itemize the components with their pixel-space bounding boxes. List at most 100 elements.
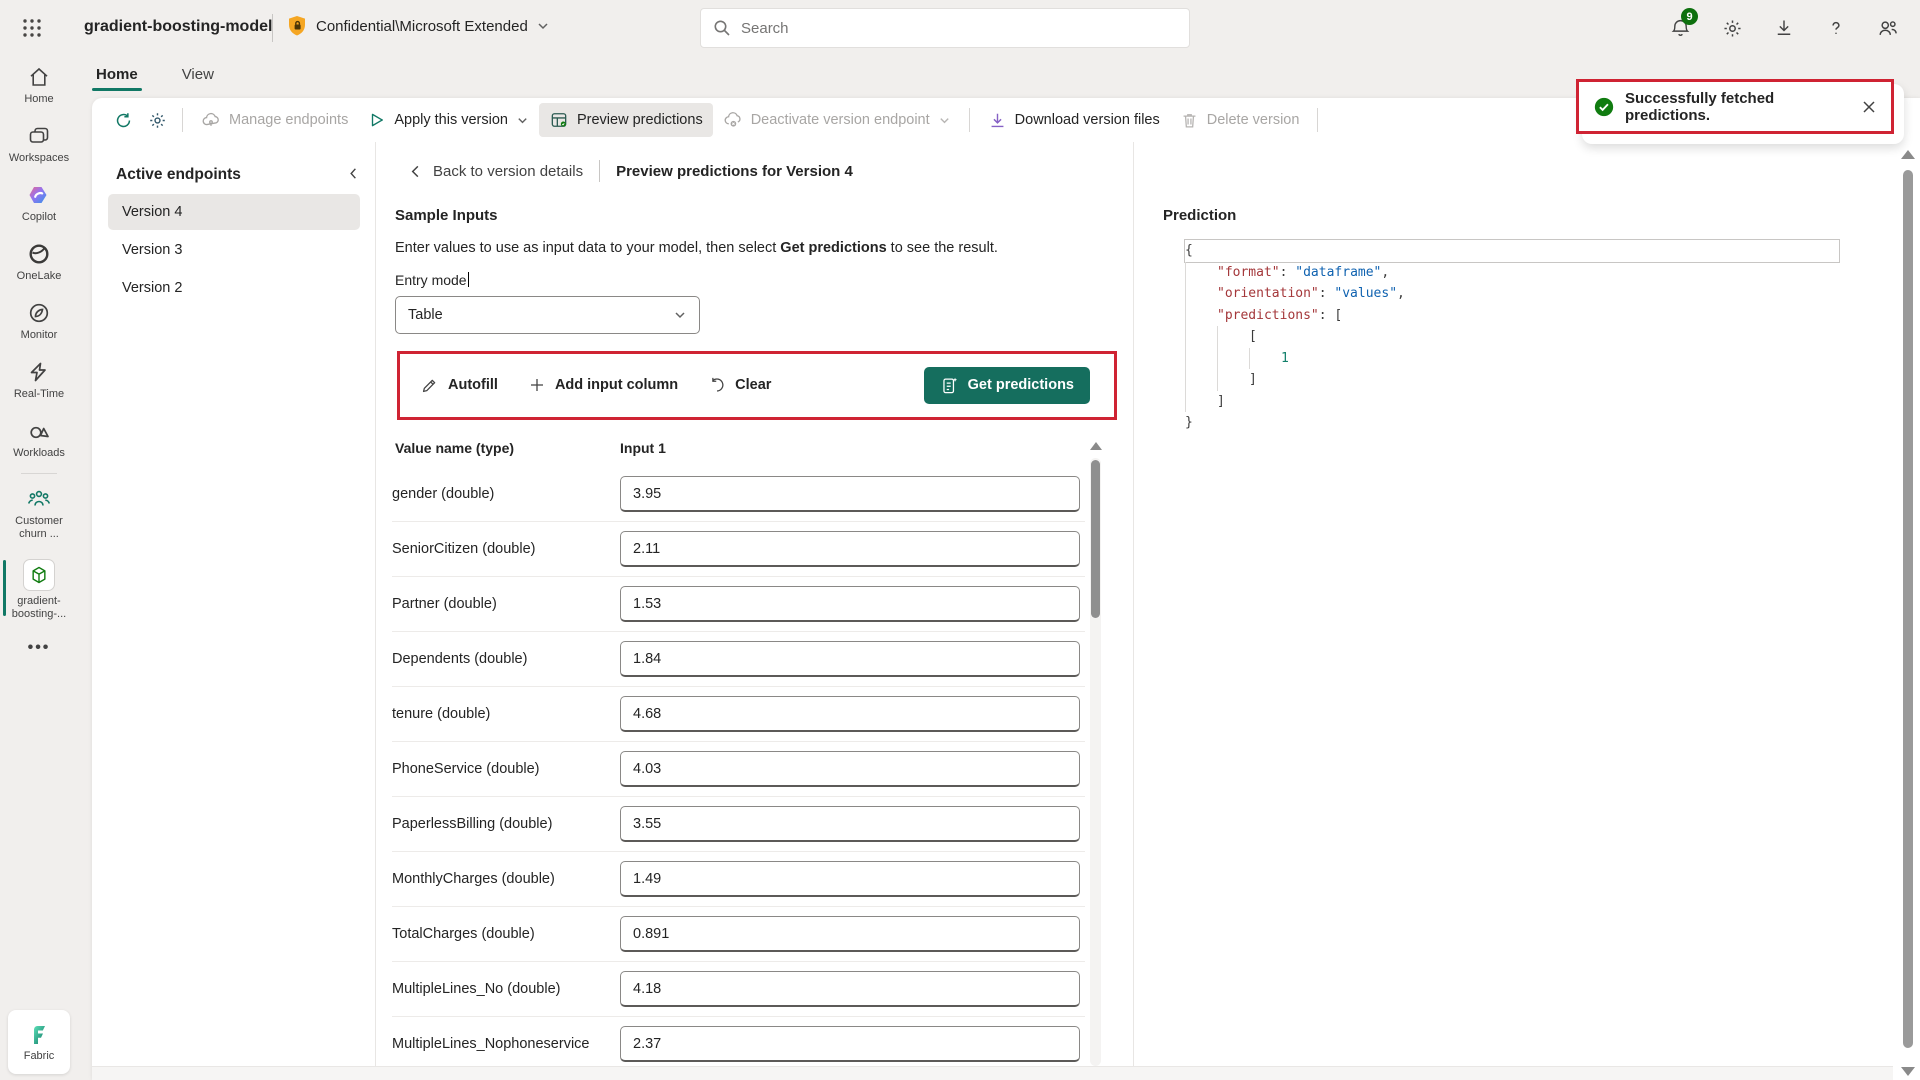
- entry-mode-dropdown[interactable]: Table: [395, 296, 700, 334]
- indent-guide: [1185, 283, 1217, 305]
- table-scrollbar: [1089, 440, 1102, 1066]
- apply-this-version-button[interactable]: Apply this version: [358, 104, 539, 136]
- nav-item-onelake[interactable]: OneLake: [0, 233, 78, 292]
- scrollbar-thumb[interactable]: [1091, 460, 1100, 618]
- toolbar-divider: [182, 108, 183, 132]
- tab-home[interactable]: Home: [92, 58, 142, 93]
- sample-inputs-description: Enter values to use as input data to you…: [395, 240, 998, 256]
- download-version-files-button[interactable]: Download version files: [978, 104, 1170, 137]
- back-to-version-details-link[interactable]: Back to version details: [408, 163, 583, 180]
- value-name-label: tenure (double): [392, 706, 620, 722]
- workloads-icon: [27, 419, 51, 443]
- nav-item-home[interactable]: Home: [0, 56, 78, 115]
- autofill-button[interactable]: Autofill: [408, 368, 510, 403]
- input-row: MultipleLines_No (double): [392, 962, 1085, 1017]
- nav-item-customer-churn[interactable]: Customer churn ...: [0, 478, 78, 550]
- nav-item-copilot[interactable]: Copilot: [0, 174, 78, 233]
- active-endpoints-title: Active endpoints: [116, 166, 241, 184]
- help-button[interactable]: [1810, 0, 1862, 56]
- indent-guide: [1185, 326, 1217, 348]
- nav-rail: Home Workspaces Copilot OneLake Monitor …: [0, 56, 78, 1080]
- code-line[interactable]: "orientation": "values",: [1185, 283, 1839, 305]
- code-line-selected[interactable]: {: [1184, 239, 1840, 263]
- code-line[interactable]: [: [1185, 326, 1839, 348]
- input-value-field[interactable]: [620, 476, 1080, 512]
- top-bar: gradient-boosting-model Confidential\Mic…: [0, 0, 1920, 56]
- waffle-menu-icon[interactable]: [22, 18, 42, 38]
- tab-view[interactable]: View: [178, 58, 218, 93]
- code-line[interactable]: "format": "dataframe",: [1185, 262, 1839, 284]
- window-scrollbar-thumb[interactable]: [1903, 170, 1913, 1048]
- code-line[interactable]: ]: [1185, 369, 1839, 391]
- value-name-label: PhoneService (double): [392, 761, 620, 777]
- input-value-field[interactable]: [620, 861, 1080, 897]
- endpoint-version-item[interactable]: Version 2: [108, 270, 360, 306]
- copilot-icon: [27, 183, 51, 207]
- code-line[interactable]: }: [1185, 412, 1839, 434]
- toolbar-divider: [969, 108, 970, 132]
- nav-item-monitor[interactable]: Monitor: [0, 292, 78, 351]
- indent-guide: [1185, 391, 1217, 413]
- deactivate-version-endpoint-button[interactable]: Deactivate version endpoint: [713, 103, 961, 137]
- endpoint-settings-button[interactable]: [140, 104, 174, 136]
- input-value-field[interactable]: [620, 751, 1080, 787]
- nav-item-workloads[interactable]: Workloads: [0, 410, 78, 469]
- settings-button[interactable]: [1706, 0, 1758, 56]
- endpoint-version-item[interactable]: Version 3: [108, 232, 360, 268]
- downloads-button[interactable]: [1758, 0, 1810, 56]
- input-value-field[interactable]: [620, 971, 1080, 1007]
- value-name-label: PaperlessBilling (double): [392, 816, 620, 832]
- code-line[interactable]: 1: [1185, 348, 1839, 370]
- scroll-down-icon[interactable]: [1901, 1067, 1915, 1076]
- preview-predictions-button[interactable]: Preview predictions: [539, 103, 713, 137]
- code-line[interactable]: "predictions": [: [1185, 305, 1839, 327]
- global-search[interactable]: [700, 8, 1190, 48]
- notifications-button[interactable]: 9: [1654, 0, 1706, 56]
- clear-button[interactable]: Clear: [696, 368, 783, 402]
- entry-mode-label: Entry mode: [395, 272, 469, 288]
- get-predictions-button[interactable]: Get predictions: [924, 367, 1090, 404]
- input-value-field[interactable]: [620, 641, 1080, 677]
- fabric-home-button[interactable]: Fabric: [8, 1010, 70, 1074]
- nav-item-gradient-boosting-model[interactable]: gradient-boosting-...: [0, 550, 78, 630]
- cloud-icon: [201, 110, 221, 130]
- sensitivity-label-button[interactable]: Confidential\Microsoft Extended: [286, 14, 550, 38]
- chevron-down-icon: [536, 19, 550, 33]
- fabric-logo: [27, 1023, 51, 1047]
- monitor-icon: [27, 301, 51, 325]
- toast-message: Successfully fetched predictions.: [1625, 90, 1847, 124]
- input-value-field[interactable]: [620, 916, 1080, 952]
- endpoint-version-item[interactable]: Version 4: [108, 194, 360, 230]
- indent-guide: [1185, 348, 1217, 370]
- account-button[interactable]: [1862, 0, 1914, 56]
- scroll-up-icon[interactable]: [1090, 442, 1102, 450]
- app-window: gradient-boosting-model Confidential\Mic…: [0, 0, 1920, 1080]
- manage-endpoints-button[interactable]: Manage endpoints: [191, 103, 358, 137]
- input-value-field[interactable]: [620, 696, 1080, 732]
- nav-item-workspaces[interactable]: Workspaces: [0, 115, 78, 174]
- download-icon: [988, 111, 1007, 130]
- refresh-button[interactable]: [106, 104, 140, 136]
- chevron-down-icon: [938, 114, 951, 127]
- input-value-field[interactable]: [620, 586, 1080, 622]
- delete-version-button[interactable]: Delete version: [1170, 104, 1310, 137]
- search-input[interactable]: [741, 20, 1177, 37]
- pen-icon: [420, 376, 439, 395]
- close-icon[interactable]: [1857, 95, 1881, 119]
- input-value-field[interactable]: [620, 1026, 1080, 1062]
- input-table-header: Value name (type) Input 1: [395, 440, 1085, 456]
- horizontal-scrollbar-track[interactable]: [92, 1066, 1893, 1080]
- input-value-field[interactable]: [620, 806, 1080, 842]
- collapse-panel-button[interactable]: [346, 166, 361, 181]
- nav-more-button[interactable]: •••: [0, 630, 78, 666]
- nav-item-realtime[interactable]: Real-Time: [0, 351, 78, 410]
- scroll-up-icon[interactable]: [1901, 150, 1915, 159]
- input-row: TotalCharges (double): [392, 907, 1085, 962]
- code-line[interactable]: ]: [1185, 391, 1839, 413]
- add-input-column-button[interactable]: Add input column: [516, 368, 690, 402]
- input-row: SeniorCitizen (double): [392, 522, 1085, 577]
- input-value-field[interactable]: [620, 531, 1080, 567]
- search-icon: [713, 19, 731, 37]
- value-name-label: TotalCharges (double): [392, 926, 620, 942]
- value-name-label: Partner (double): [392, 596, 620, 612]
